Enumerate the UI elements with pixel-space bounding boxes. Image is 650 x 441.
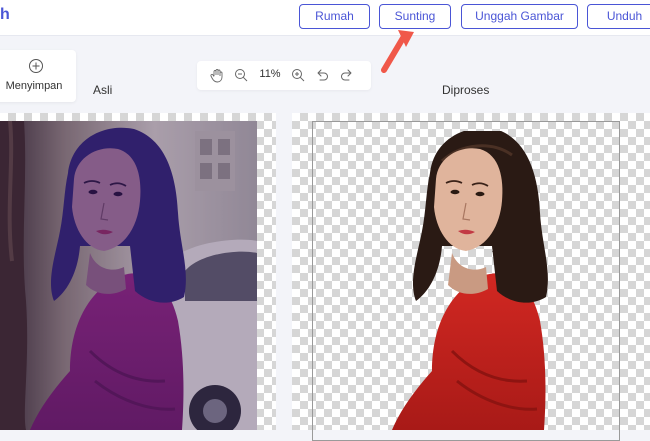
- top-bar: h Rumah Sunting Unggah Gambar Unduh: [0, 0, 650, 36]
- zoom-in-icon[interactable]: [290, 67, 306, 83]
- save-label: Menyimpan: [5, 80, 63, 92]
- redo-icon[interactable]: [339, 67, 355, 83]
- undo-icon[interactable]: [314, 67, 330, 83]
- download-button[interactable]: Unduh: [587, 4, 650, 29]
- home-button[interactable]: Rumah: [299, 4, 370, 29]
- processed-label: Diproses: [442, 83, 490, 97]
- processed-image-panel: [292, 113, 650, 430]
- plus-circle-icon: [29, 59, 43, 73]
- zoom-out-icon[interactable]: [233, 67, 249, 83]
- original-image-panel: [0, 113, 276, 430]
- view-toolbar: 11%: [197, 61, 371, 90]
- annotation-arrow-icon: [381, 30, 414, 73]
- processed-photo: [392, 131, 548, 430]
- upload-image-button[interactable]: Unggah Gambar: [461, 4, 578, 29]
- hand-icon[interactable]: [209, 67, 225, 83]
- original-photo: [0, 121, 257, 430]
- original-label: Asli: [93, 83, 113, 97]
- zoom-level: 11%: [259, 68, 281, 80]
- app-logo[interactable]: h: [0, 6, 10, 24]
- save-panel[interactable]: Menyimpan: [0, 50, 76, 102]
